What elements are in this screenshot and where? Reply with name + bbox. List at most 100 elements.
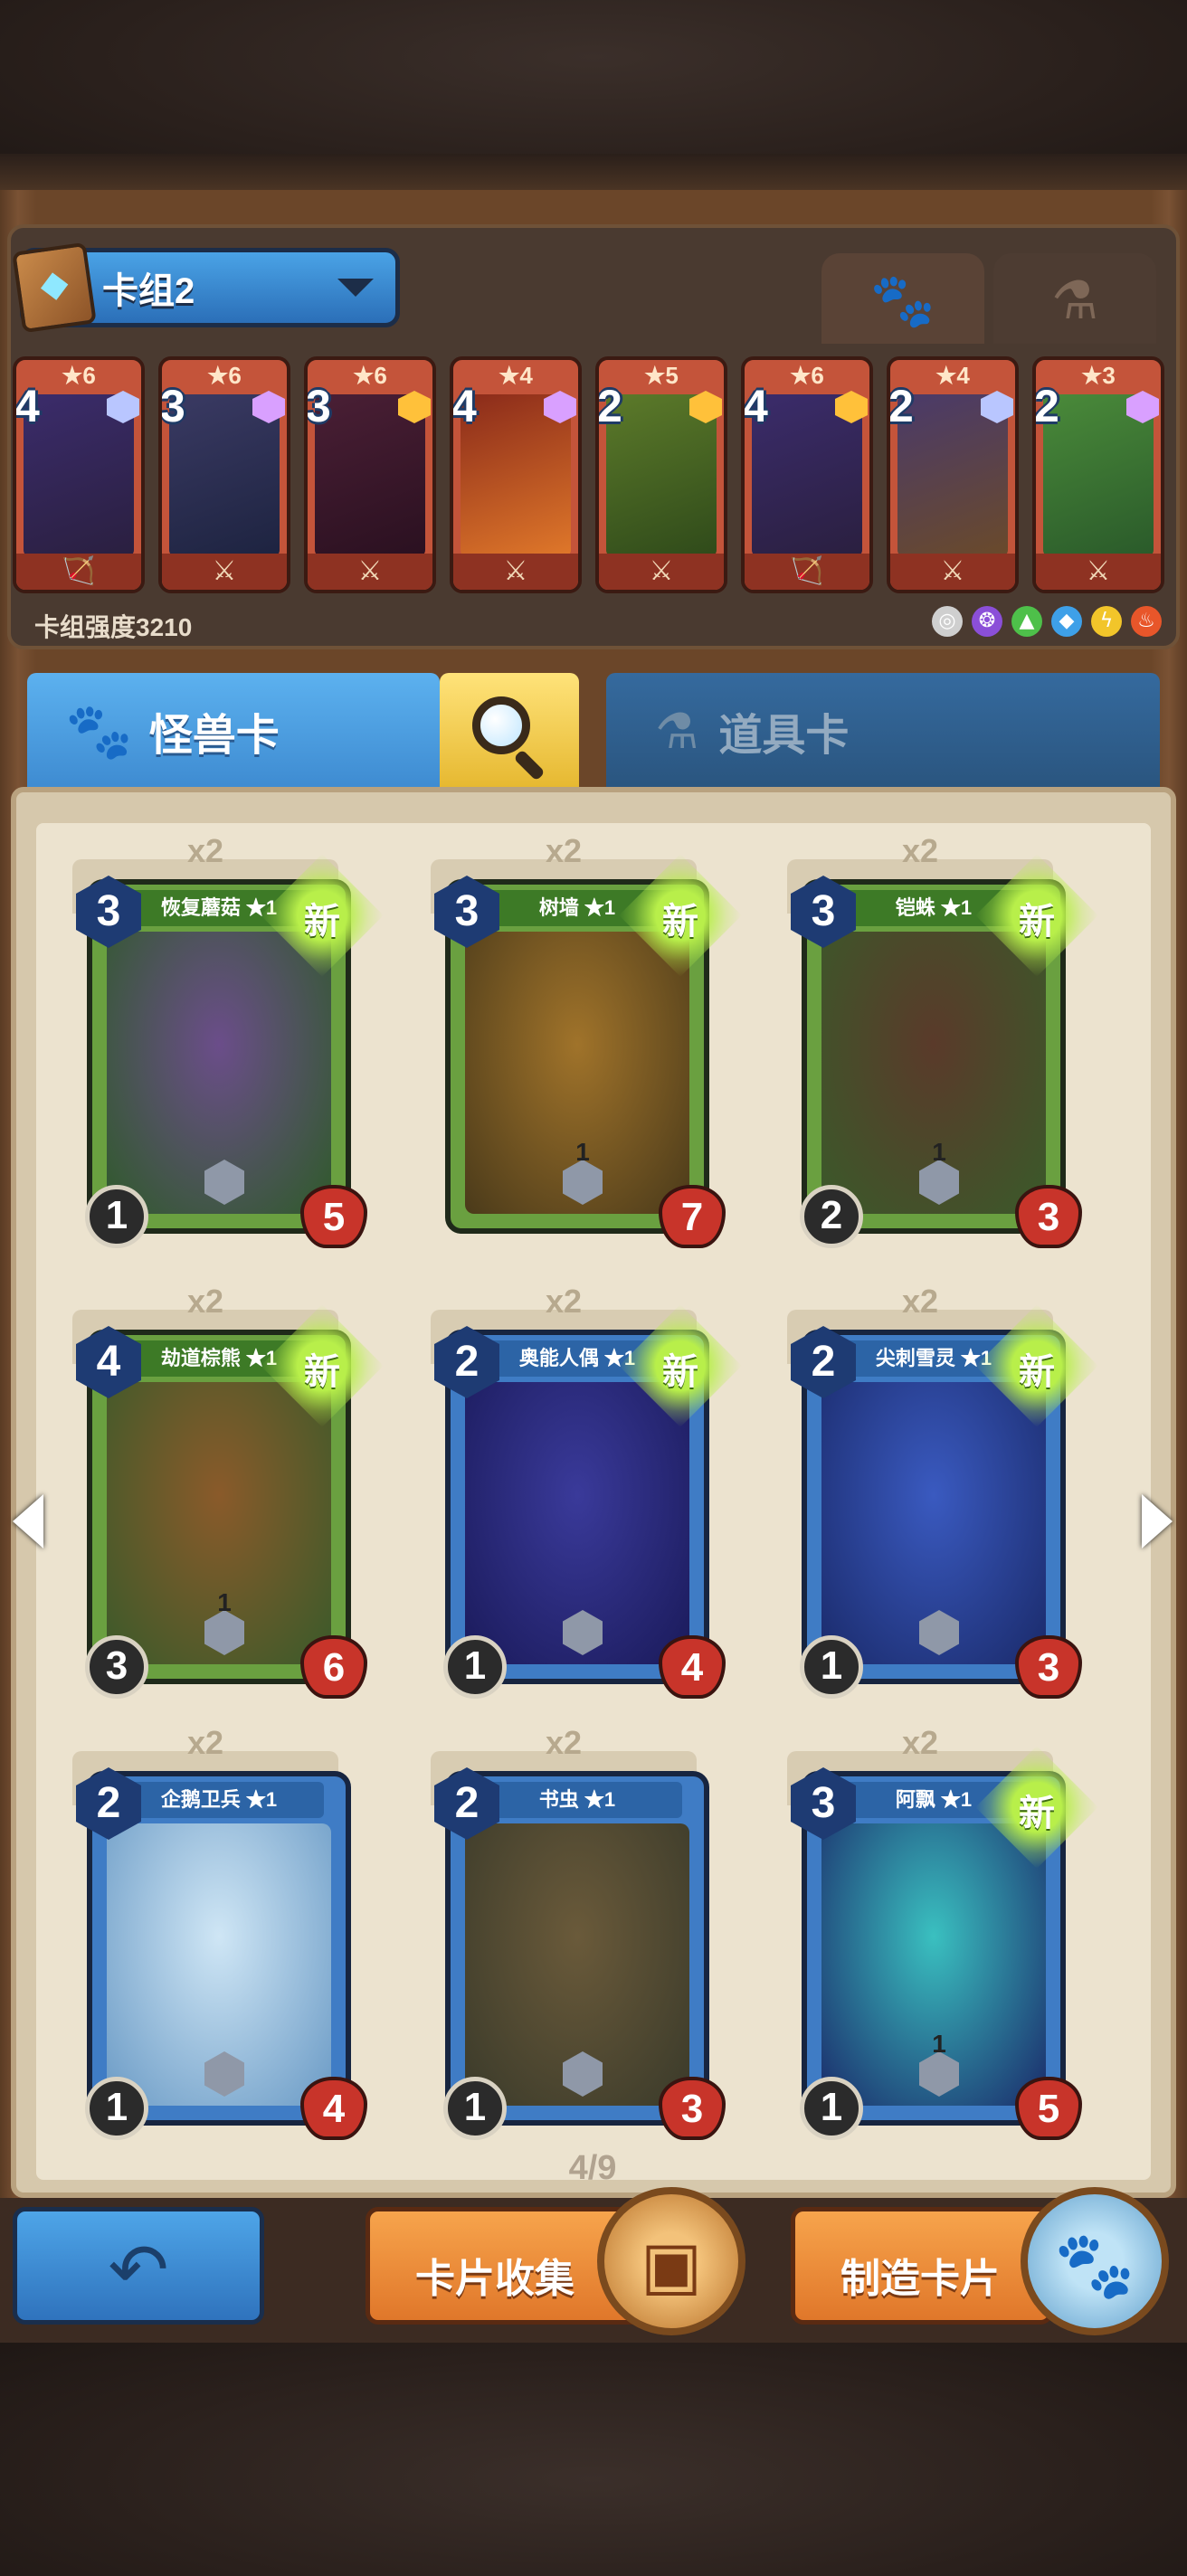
deck-card[interactable]: ★4 4 ⚔ (450, 356, 582, 593)
weapon-icon: 🏹 (16, 554, 141, 590)
paw-icon: 🐾 (65, 699, 133, 763)
collection-card-slot[interactable]: x2 尖刺雪灵 ★1 2 新 1 3 (760, 1283, 1098, 1708)
deck-name: 卡组2 (102, 271, 195, 311)
new-label: 新 (304, 902, 340, 942)
deck-card-cost: 4 (451, 381, 477, 431)
deck-card-cost: 3 (306, 381, 331, 431)
deck-card[interactable]: ★3 2 ⚔ (1032, 356, 1164, 593)
shadow-element-icon[interactable]: ❂ (972, 606, 1002, 637)
card-attack: 1 (443, 2077, 507, 2140)
card-book-icon: ▣ (640, 2227, 703, 2303)
tab-monster-cards[interactable]: 🐾 怪兽卡 (27, 673, 440, 789)
new-label: 新 (304, 1352, 340, 1392)
next-page-button[interactable] (1142, 1494, 1173, 1548)
weapon-icon: ⚔ (1036, 554, 1161, 590)
card-collection-icon[interactable]: ▣ (597, 2187, 745, 2335)
deck-card-cost: 2 (1034, 381, 1059, 431)
card-health: 5 (300, 1185, 367, 1248)
card-attack: 1 (85, 1185, 148, 1248)
deck-card[interactable]: ★4 2 ⚔ (887, 356, 1019, 593)
tab-item-cards[interactable]: ⚗ 道具卡 (606, 673, 1160, 789)
card-health: 3 (1015, 1185, 1082, 1248)
collection-card-slot[interactable]: x2 树墙 ★1 3 1 新 7 (404, 832, 742, 1257)
card-attack: 1 (800, 1635, 863, 1699)
weapon-icon: ⚔ (162, 554, 287, 590)
collection-card-slot[interactable]: x2 阿飘 ★1 3 1 新 1 5 (760, 1724, 1098, 2149)
new-label: 新 (662, 902, 698, 942)
paw-icon: 🐾 (869, 270, 936, 331)
weapon-icon: ⚔ (453, 554, 578, 590)
new-label: 新 (662, 1352, 698, 1392)
deck-card[interactable]: ★5 2 ⚔ (595, 356, 727, 593)
new-label: 新 (1019, 1794, 1055, 1833)
card-ability-value: 1 (932, 1138, 946, 1166)
lightning-element-icon[interactable]: ϟ (1091, 606, 1122, 637)
card-attack: 2 (800, 1185, 863, 1248)
card-collection-label: 卡片收集 (415, 2257, 575, 2301)
bottom-background (0, 2334, 1187, 2576)
back-button[interactable]: ↶ (13, 2207, 264, 2325)
card-health: 3 (1015, 1635, 1082, 1699)
deck-card[interactable]: ★6 3 ⚔ (158, 356, 290, 593)
tab-item-cards-label: 道具卡 (718, 712, 850, 760)
card-health: 7 (659, 1185, 726, 1248)
collection-card-slot[interactable]: x2 恢复蘑菇 ★1 3 新 1 5 (45, 832, 384, 1257)
chevron-down-icon (337, 279, 374, 297)
paw-jar-icon: 🐾 (1054, 2227, 1135, 2303)
card-health: 4 (659, 1635, 726, 1699)
deck-selector[interactable]: 卡组2 (12, 242, 400, 334)
tab-items[interactable]: ⚗ (993, 253, 1156, 344)
deck-card-row: ★6 4 🏹 ★6 3 ⚔ ★6 3 ⚔ ★4 4 ⚔ ★5 2 ⚔ ★6 4 🏹 ★4 2 ⚔ ★3 2 ⚔ (13, 356, 1180, 599)
deck-strength: 卡组强度3210 (34, 613, 193, 641)
deck-card-cost: 2 (888, 381, 914, 431)
card-count: x2 (545, 1724, 583, 1761)
deck-card-cost: 2 (597, 381, 622, 431)
neutral-element-icon[interactable]: ◎ (932, 606, 963, 637)
card-title: 书虫 ★1 (472, 1782, 682, 1818)
collection-card-slot[interactable]: x2 企鹅卫兵 ★1 2 1 4 (45, 1724, 367, 2149)
card-ability-value: 1 (932, 2030, 946, 2058)
search-icon (472, 696, 530, 754)
card-attack: 3 (85, 1635, 148, 1699)
craft-card-button[interactable]: 制造卡片 (791, 2207, 1053, 2325)
page-indicator: 4/9 (568, 2149, 617, 2187)
search-button[interactable] (440, 673, 579, 789)
weapon-icon: 🏹 (745, 554, 869, 590)
element-filter-row: ◎ ❂ ▲ ◆ ϟ ♨ (932, 606, 1162, 637)
card-health: 6 (300, 1635, 367, 1699)
craft-card-icon[interactable]: 🐾 (1021, 2187, 1169, 2335)
card-attack: 1 (443, 1635, 507, 1699)
weapon-icon: ⚔ (308, 554, 432, 590)
tab-monster-cards-label: 怪兽卡 (148, 712, 280, 760)
card-health: 3 (659, 2077, 726, 2140)
card-attack: 1 (85, 2077, 148, 2140)
deck-card[interactable]: ★6 4 🏹 (13, 356, 145, 593)
deck-card-cost: 3 (160, 381, 185, 431)
new-label: 新 (1019, 902, 1055, 942)
collection-card-slot[interactable]: x2 奥能人偶 ★1 2 新 1 4 (404, 1283, 742, 1708)
water-element-icon[interactable]: ◆ (1051, 606, 1082, 637)
nature-element-icon[interactable]: ▲ (1011, 606, 1042, 637)
potion-icon: ⚗ (1051, 270, 1098, 331)
collection-card-slot[interactable]: x2 书虫 ★1 2 1 3 (404, 1724, 726, 2149)
deck-card[interactable]: ★6 3 ⚔ (304, 356, 436, 593)
weapon-icon: ⚔ (599, 554, 724, 590)
prev-page-button[interactable] (13, 1494, 43, 1548)
back-arrow-icon: ↶ (108, 2228, 169, 2312)
card-health: 5 (1015, 2077, 1082, 2140)
fire-element-icon[interactable]: ♨ (1131, 606, 1162, 637)
weapon-icon: ⚔ (890, 554, 1015, 590)
tab-monsters[interactable]: 🐾 (821, 253, 984, 344)
card-ability-value: 1 (575, 1138, 590, 1166)
craft-card-label: 制造卡片 (840, 2257, 1000, 2301)
search-icon-handle (513, 749, 546, 781)
collection-card-slot[interactable]: x2 劫道棕熊 ★1 4 1 新 3 6 (45, 1283, 384, 1708)
deck-card[interactable]: ★6 4 🏹 (741, 356, 873, 593)
deck-book-icon (12, 242, 97, 334)
new-label: 新 (1019, 1352, 1055, 1392)
deck-card-cost: 4 (14, 381, 40, 431)
card-ability-value: 1 (217, 1588, 232, 1616)
potion-icon: ⚗ (655, 702, 699, 760)
collection-card-slot[interactable]: x2 铠蛛 ★1 3 1 新 2 3 (760, 832, 1098, 1257)
top-background (0, 0, 1187, 190)
